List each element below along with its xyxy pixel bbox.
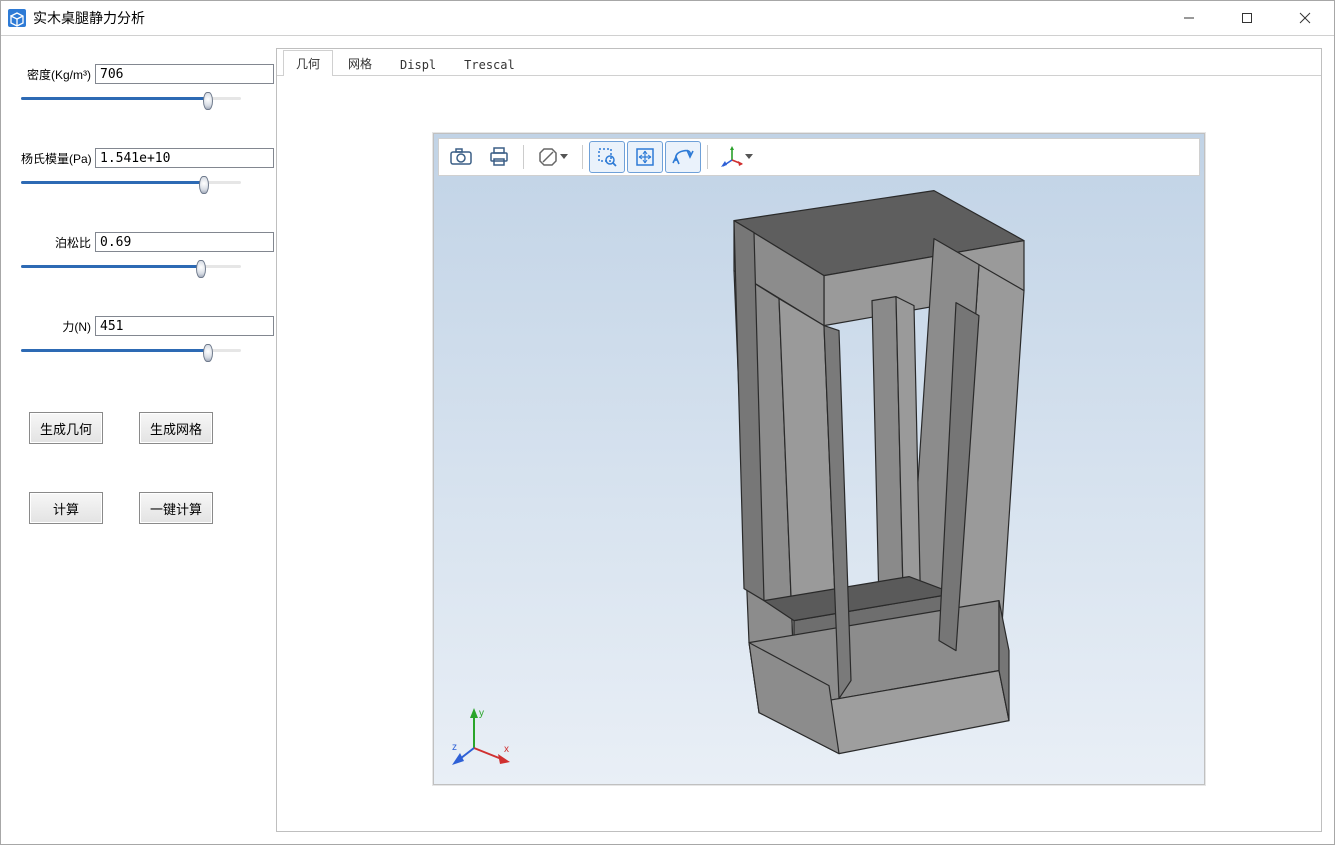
poisson-input[interactable] bbox=[95, 232, 274, 252]
toolbar-separator bbox=[707, 145, 708, 169]
toolbar-separator bbox=[582, 145, 583, 169]
viewer-wrap: y x z bbox=[277, 76, 1321, 831]
density-label: 密度(Kg/m³) bbox=[21, 66, 91, 83]
toolbar-separator bbox=[523, 145, 524, 169]
tab-displ[interactable]: Displ bbox=[387, 53, 449, 76]
poisson-slider[interactable] bbox=[21, 256, 241, 278]
fit-view-icon[interactable] bbox=[627, 141, 663, 173]
tab-mesh[interactable]: 网格 bbox=[335, 50, 385, 76]
generate-geometry-button[interactable]: 生成几何 bbox=[29, 412, 103, 444]
rotate-icon[interactable] bbox=[665, 141, 701, 173]
body-area: 密度(Kg/m³) 杨氏模量(Pa) bbox=[1, 36, 1334, 844]
tab-geometry[interactable]: 几何 bbox=[283, 50, 333, 76]
model-geometry bbox=[604, 180, 1034, 760]
button-row-1: 生成几何 生成网格 bbox=[29, 412, 276, 444]
window-title: 实木桌腿静力分析 bbox=[33, 8, 145, 28]
no-entry-icon[interactable] bbox=[530, 141, 576, 173]
app-icon bbox=[7, 8, 27, 28]
force-slider[interactable] bbox=[21, 340, 241, 362]
young-slider[interactable] bbox=[21, 172, 241, 194]
viewport-3d[interactable]: y x z bbox=[433, 133, 1205, 785]
viewer-toolbar bbox=[438, 138, 1200, 176]
print-icon[interactable] bbox=[481, 141, 517, 173]
param-poisson: 泊松比 bbox=[21, 232, 241, 278]
close-button[interactable] bbox=[1276, 1, 1334, 35]
param-young: 杨氏模量(Pa) bbox=[21, 148, 241, 194]
young-input[interactable] bbox=[95, 148, 274, 168]
axis-y-label: y bbox=[479, 708, 484, 719]
main-panel: 几何 网格 Displ Trescal bbox=[276, 48, 1322, 832]
titlebar: 实木桌腿静力分析 bbox=[1, 1, 1334, 36]
zoom-rect-icon[interactable] bbox=[589, 141, 625, 173]
axis-z-label: z bbox=[452, 742, 457, 753]
density-input[interactable] bbox=[95, 64, 274, 84]
param-force: 力(N) bbox=[21, 316, 241, 362]
maximize-button[interactable] bbox=[1218, 1, 1276, 35]
generate-mesh-button[interactable]: 生成网格 bbox=[139, 412, 213, 444]
sidebar: 密度(Kg/m³) 杨氏模量(Pa) bbox=[1, 36, 276, 844]
axis-x-label: x bbox=[504, 744, 509, 755]
camera-icon[interactable] bbox=[443, 141, 479, 173]
force-label: 力(N) bbox=[21, 318, 91, 335]
window-controls bbox=[1160, 1, 1334, 35]
param-density: 密度(Kg/m³) bbox=[21, 64, 241, 110]
axis-gizmo: y x z bbox=[452, 706, 512, 766]
chevron-down-icon bbox=[560, 154, 568, 159]
one-click-compute-button[interactable]: 一键计算 bbox=[139, 492, 213, 524]
compute-button[interactable]: 计算 bbox=[29, 492, 103, 524]
minimize-button[interactable] bbox=[1160, 1, 1218, 35]
density-slider[interactable] bbox=[21, 88, 241, 110]
tab-trescal[interactable]: Trescal bbox=[451, 53, 528, 76]
tab-strip: 几何 网格 Displ Trescal bbox=[277, 49, 1321, 76]
axes-icon[interactable] bbox=[714, 141, 760, 173]
poisson-label: 泊松比 bbox=[21, 234, 91, 251]
titlebar-left: 实木桌腿静力分析 bbox=[1, 8, 145, 28]
app-window: 实木桌腿静力分析 密度(Kg/m³) bbox=[0, 0, 1335, 845]
button-row-2: 计算 一键计算 bbox=[29, 492, 276, 524]
chevron-down-icon bbox=[745, 154, 753, 159]
young-label: 杨氏模量(Pa) bbox=[21, 150, 91, 167]
force-input[interactable] bbox=[95, 316, 274, 336]
